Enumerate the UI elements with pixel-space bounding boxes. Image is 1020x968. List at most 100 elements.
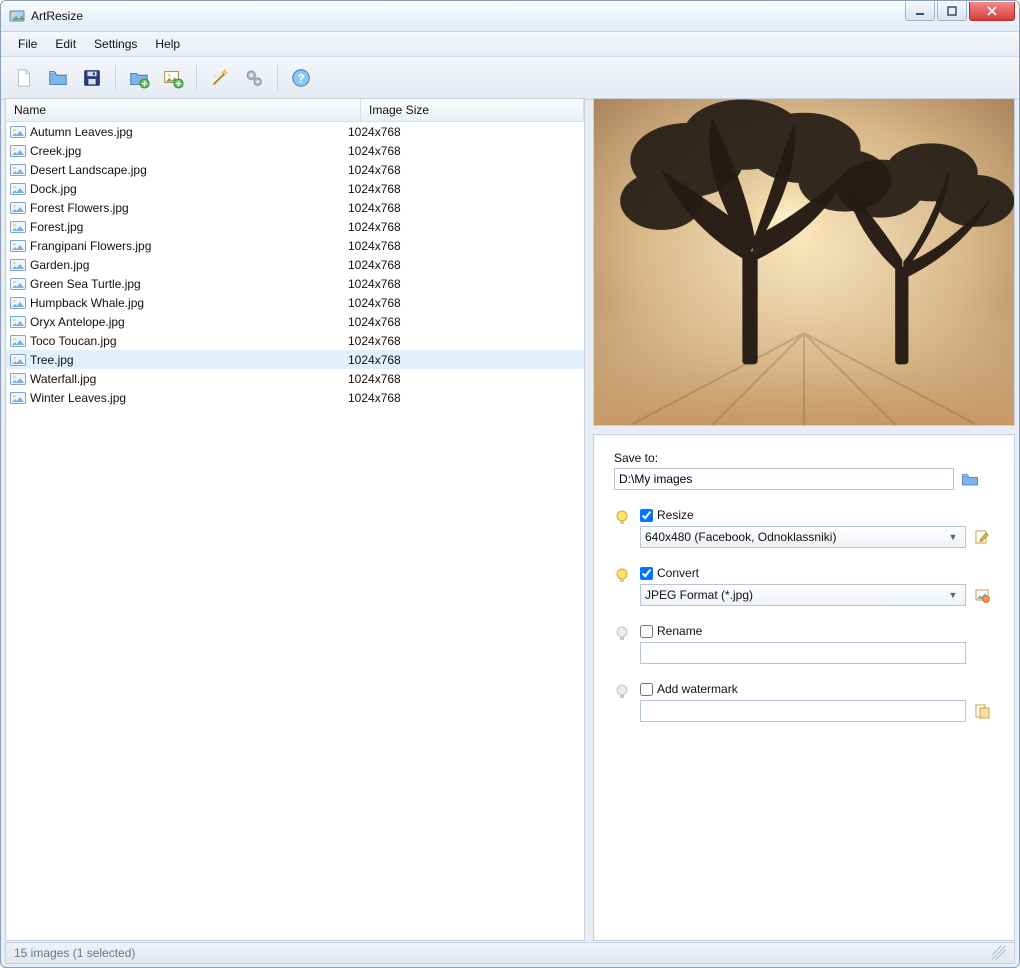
watermark-browse-icon[interactable] xyxy=(972,701,992,721)
add-folder-button[interactable] xyxy=(124,63,154,93)
column-name[interactable]: Name xyxy=(6,99,361,121)
open-folder-button[interactable] xyxy=(43,63,73,93)
file-name: Green Sea Turtle.jpg xyxy=(30,277,348,291)
convert-group[interactable]: Convert xyxy=(640,566,994,580)
image-file-icon xyxy=(10,240,26,252)
file-list-body[interactable]: Autumn Leaves.jpg1024x768Creek.jpg1024x7… xyxy=(6,122,584,940)
file-name: Waterfall.jpg xyxy=(30,372,348,386)
image-file-icon xyxy=(10,145,26,157)
toolbar-separator xyxy=(115,65,116,91)
image-file-icon xyxy=(10,278,26,290)
file-row[interactable]: Forest.jpg1024x768 xyxy=(6,217,584,236)
menu-edit[interactable]: Edit xyxy=(48,34,83,54)
file-row[interactable]: Desert Landscape.jpg1024x768 xyxy=(6,160,584,179)
file-row[interactable]: Forest Flowers.jpg1024x768 xyxy=(6,198,584,217)
file-size: 1024x768 xyxy=(348,239,584,253)
file-size: 1024x768 xyxy=(348,220,584,234)
magic-wand-button[interactable] xyxy=(205,63,235,93)
file-name: Desert Landscape.jpg xyxy=(30,163,348,177)
resize-combo[interactable]: 640x480 (Facebook, Odnoklassniki) ▼ xyxy=(640,526,966,548)
save-to-input[interactable] xyxy=(614,468,954,490)
convert-combo[interactable]: JPEG Format (*.jpg) ▼ xyxy=(640,584,966,606)
close-button[interactable] xyxy=(969,2,1015,21)
convert-combo-value: JPEG Format (*.jpg) xyxy=(645,588,945,602)
watermark-input[interactable] xyxy=(640,700,966,722)
file-row[interactable]: Dock.jpg1024x768 xyxy=(6,179,584,198)
file-size: 1024x768 xyxy=(348,334,584,348)
column-size[interactable]: Image Size xyxy=(361,99,584,121)
file-name: Forest.jpg xyxy=(30,220,348,234)
save-button[interactable] xyxy=(77,63,107,93)
file-name: Forest Flowers.jpg xyxy=(30,201,348,215)
status-text: 15 images (1 selected) xyxy=(14,946,135,960)
rename-label: Rename xyxy=(657,624,702,638)
bulb-icon xyxy=(614,510,630,526)
file-row[interactable]: Autumn Leaves.jpg1024x768 xyxy=(6,122,584,141)
convert-label: Convert xyxy=(657,566,699,580)
rename-group[interactable]: Rename xyxy=(640,624,994,638)
file-row[interactable]: Humpback Whale.jpg1024x768 xyxy=(6,293,584,312)
file-row[interactable]: Garden.jpg1024x768 xyxy=(6,255,584,274)
browse-folder-icon[interactable] xyxy=(960,469,980,489)
file-name: Autumn Leaves.jpg xyxy=(30,125,348,139)
resize-grip[interactable] xyxy=(992,946,1006,960)
file-name: Winter Leaves.jpg xyxy=(30,391,348,405)
client-area: Name Image Size Autumn Leaves.jpg1024x76… xyxy=(5,98,1015,941)
image-file-icon xyxy=(10,221,26,233)
bulb-off-icon xyxy=(614,626,630,642)
file-name: Humpback Whale.jpg xyxy=(30,296,348,310)
menu-file[interactable]: File xyxy=(11,34,44,54)
app-window: ArtResize File Edit Settings Help xyxy=(0,0,1020,968)
resize-label: Resize xyxy=(657,508,694,522)
add-image-button[interactable] xyxy=(158,63,188,93)
file-row[interactable]: Creek.jpg1024x768 xyxy=(6,141,584,160)
help-button[interactable]: ? xyxy=(286,63,316,93)
file-name: Garden.jpg xyxy=(30,258,348,272)
save-to-label: Save to: xyxy=(614,451,994,465)
image-file-icon xyxy=(10,373,26,385)
file-row[interactable]: Tree.jpg1024x768 xyxy=(6,350,584,369)
minimize-button[interactable] xyxy=(905,2,935,21)
rename-input[interactable] xyxy=(640,642,966,664)
settings-gears-button[interactable] xyxy=(239,63,269,93)
file-row[interactable]: Green Sea Turtle.jpg1024x768 xyxy=(6,274,584,293)
file-name: Oryx Antelope.jpg xyxy=(30,315,348,329)
watermark-checkbox[interactable] xyxy=(640,683,653,696)
watermark-row: Add watermark xyxy=(614,682,994,722)
resize-group[interactable]: Resize xyxy=(640,508,994,522)
chevron-down-icon: ▼ xyxy=(945,532,961,542)
right-column: Save to: Resize xyxy=(593,98,1015,941)
resize-row: Resize 640x480 (Facebook, Odnoklassniki)… xyxy=(614,508,994,548)
file-size: 1024x768 xyxy=(348,391,584,405)
file-name: Creek.jpg xyxy=(30,144,348,158)
new-file-button[interactable] xyxy=(9,63,39,93)
file-size: 1024x768 xyxy=(348,258,584,272)
toolbar: ? xyxy=(1,57,1019,100)
file-row[interactable]: Oryx Antelope.jpg1024x768 xyxy=(6,312,584,331)
menu-settings[interactable]: Settings xyxy=(87,34,144,54)
file-row[interactable]: Winter Leaves.jpg1024x768 xyxy=(6,388,584,407)
chevron-down-icon: ▼ xyxy=(945,590,961,600)
rename-row: Rename xyxy=(614,624,994,664)
file-size: 1024x768 xyxy=(348,296,584,310)
file-size: 1024x768 xyxy=(348,163,584,177)
file-name: Tree.jpg xyxy=(30,353,348,367)
maximize-button[interactable] xyxy=(937,2,967,21)
file-size: 1024x768 xyxy=(348,353,584,367)
file-size: 1024x768 xyxy=(348,201,584,215)
file-size: 1024x768 xyxy=(348,182,584,196)
file-name: Toco Toucan.jpg xyxy=(30,334,348,348)
image-file-icon xyxy=(10,335,26,347)
watermark-group[interactable]: Add watermark xyxy=(640,682,994,696)
file-list-header: Name Image Size xyxy=(6,99,584,122)
resize-checkbox[interactable] xyxy=(640,509,653,522)
file-row[interactable]: Waterfall.jpg1024x768 xyxy=(6,369,584,388)
resize-combo-value: 640x480 (Facebook, Odnoklassniki) xyxy=(645,530,945,544)
file-row[interactable]: Toco Toucan.jpg1024x768 xyxy=(6,331,584,350)
format-options-icon[interactable] xyxy=(972,585,992,605)
convert-checkbox[interactable] xyxy=(640,567,653,580)
file-row[interactable]: Frangipani Flowers.jpg1024x768 xyxy=(6,236,584,255)
edit-resize-icon[interactable] xyxy=(972,527,992,547)
menu-help[interactable]: Help xyxy=(148,34,187,54)
rename-checkbox[interactable] xyxy=(640,625,653,638)
